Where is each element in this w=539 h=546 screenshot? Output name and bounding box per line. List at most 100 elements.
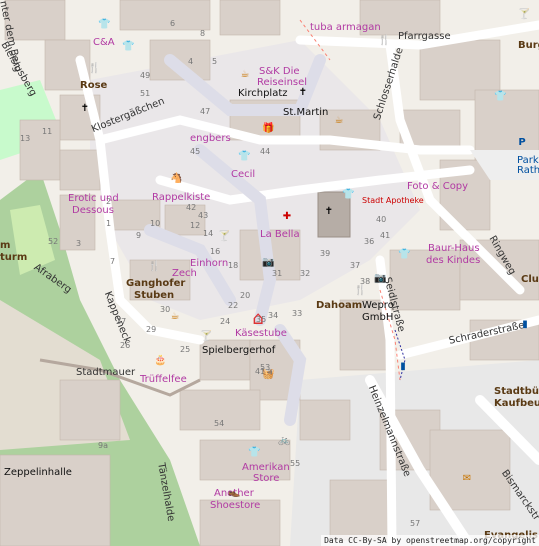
parking-icon: P bbox=[518, 137, 526, 148]
clothes-icon: 👕 bbox=[122, 41, 135, 52]
food-label-rose[interactable]: Rose bbox=[80, 80, 107, 91]
church-icon: ✝ bbox=[324, 206, 334, 217]
shop-label-engbers[interactable]: engbers bbox=[190, 133, 231, 144]
place-label-turm: turm bbox=[0, 252, 28, 263]
shop-label-cecil[interactable]: Cecil bbox=[231, 169, 255, 180]
house-number: 2 bbox=[106, 197, 112, 206]
house-number: 45 bbox=[190, 147, 201, 156]
clothes-icon: 👕 bbox=[238, 151, 251, 162]
shop-label-wepro-2[interactable]: GmbH bbox=[362, 312, 393, 323]
restaurant-icon: 🍴 bbox=[354, 285, 367, 296]
shop-label-c-and-a[interactable]: C&A bbox=[93, 37, 115, 48]
shop-label-baur-1[interactable]: Baur-Haus bbox=[428, 243, 480, 254]
house-number: 57 bbox=[410, 519, 421, 528]
house-number: 25 bbox=[180, 345, 191, 354]
cafe-icon: ☕ bbox=[170, 311, 180, 322]
house-number: 32 bbox=[300, 269, 311, 278]
house-number: 38 bbox=[360, 277, 371, 286]
place-label-spielbergerhof: Spielbergerhof bbox=[202, 345, 276, 356]
house-number: 37 bbox=[350, 261, 361, 270]
shop-label-stadt-apotheke[interactable]: Stadt Apotheke bbox=[362, 195, 424, 206]
shop-label-foto-copy[interactable]: Foto & Copy bbox=[407, 181, 468, 192]
restaurant-icon: 🍴 bbox=[148, 261, 161, 272]
house-number: 44 bbox=[260, 147, 271, 156]
food-label-ganghofer-1[interactable]: Ganghofer bbox=[126, 278, 185, 289]
house-number: 18 bbox=[228, 261, 239, 270]
shop-label-sk-1[interactable]: S&K Die bbox=[259, 66, 300, 77]
house-number: 11 bbox=[42, 127, 53, 136]
bus-stop-icon: ▮ bbox=[522, 319, 528, 330]
house-number: 4 bbox=[188, 57, 194, 66]
house-number: 36 bbox=[364, 237, 375, 246]
house-number: 14 bbox=[203, 229, 214, 238]
house-number: 41 bbox=[380, 231, 391, 240]
place-label-kaufbeuren: Kaufbeu bbox=[494, 398, 539, 409]
house-number: 47 bbox=[200, 107, 211, 116]
toy-icon: 🐴 bbox=[170, 173, 183, 184]
house-number: 16 bbox=[210, 247, 221, 256]
clothes-icon: 👕 bbox=[248, 447, 261, 458]
map-canvas[interactable]: nter dem Berg Bleisiusberg Klostergäßche… bbox=[0, 0, 539, 546]
food-label-dahoam[interactable]: Dahoam bbox=[316, 300, 362, 311]
street-label-pfarrgasse: Pfarrgasse bbox=[398, 31, 451, 42]
house-number: 52 bbox=[48, 237, 59, 246]
shop-label-another-2[interactable]: Shoestore bbox=[210, 500, 260, 511]
bicycle-icon: 🚲 bbox=[278, 435, 291, 446]
clothes-icon: 👕 bbox=[398, 249, 411, 260]
camera-icon: 📷 bbox=[374, 273, 387, 284]
clothes-icon: 👕 bbox=[494, 91, 507, 102]
house-number: 10 bbox=[150, 219, 161, 228]
clothes-icon: 👕 bbox=[342, 189, 355, 200]
place-label-rathaus: Rath bbox=[517, 165, 539, 176]
place-label-stadtbuecherei: Stadtbüch bbox=[494, 386, 539, 397]
house-number: 55 bbox=[290, 459, 301, 468]
shop-label-erotic-2[interactable]: Dessous bbox=[72, 205, 114, 216]
house-number: 51 bbox=[140, 89, 151, 98]
place-label-turm-m: m bbox=[0, 240, 11, 251]
house-number: 35 bbox=[256, 315, 267, 324]
shop-label-wepro-1[interactable]: Wepro bbox=[362, 300, 394, 311]
place-label-clu: Clu bbox=[521, 274, 539, 285]
house-number: 30 bbox=[160, 305, 171, 314]
shop-label-rappelkiste[interactable]: Rappelkiste bbox=[152, 192, 210, 203]
house-number: 31 bbox=[272, 269, 283, 278]
clothes-icon: 👕 bbox=[98, 19, 111, 30]
house-number: 12 bbox=[190, 221, 201, 230]
shop-label-amerikan-2[interactable]: Store bbox=[253, 473, 279, 484]
camera-icon: 📷 bbox=[262, 257, 275, 268]
shop-label-amerikan-1[interactable]: Amerikan bbox=[242, 462, 290, 473]
pharmacy-icon: ✚ bbox=[282, 211, 292, 222]
house-number: 20 bbox=[240, 291, 251, 300]
house-number: 54 bbox=[214, 419, 225, 428]
house-number: 8 bbox=[200, 29, 206, 38]
house-number: 39 bbox=[320, 249, 331, 258]
house-number: 43 bbox=[198, 211, 209, 220]
gift-icon: 🎁 bbox=[262, 123, 275, 134]
house-number: 1 bbox=[106, 219, 112, 228]
shop-label-baur-2[interactable]: des Kindes bbox=[426, 255, 480, 266]
church-icon: ✝ bbox=[298, 87, 308, 98]
house-number: 40 bbox=[376, 215, 387, 224]
shop-label-erotic-1[interactable]: Erotic und bbox=[68, 193, 119, 204]
shoe-icon: 👞 bbox=[228, 487, 241, 498]
bar-icon: 🍸 bbox=[518, 9, 531, 20]
shop-label-tuba-armagan[interactable]: tuba armagan bbox=[310, 22, 381, 33]
bar-icon: 🍸 bbox=[200, 331, 213, 342]
shop-label-la-bella[interactable]: La Bella bbox=[260, 229, 300, 240]
church-icon: ✝ bbox=[80, 103, 90, 114]
bar-icon: 🍸 bbox=[218, 231, 231, 242]
restaurant-icon: 🍴 bbox=[378, 35, 391, 46]
food-label-ganghofer-2[interactable]: Stuben bbox=[134, 290, 174, 301]
street-label-stadtmauer: Stadtmauer bbox=[76, 367, 136, 378]
house-number: 22 bbox=[228, 301, 239, 310]
place-label-st-martin: St.Martin bbox=[283, 107, 329, 118]
house-number: 5 bbox=[212, 57, 218, 66]
map-copyright: Data CC-By-SA by openstreetmap.org/copyr… bbox=[321, 535, 539, 546]
house-number: 34 bbox=[268, 311, 279, 320]
place-label-zeppelinhalle: Zeppelinhalle bbox=[4, 467, 72, 478]
shop-label-trueffelfee[interactable]: Trüffelfee bbox=[140, 374, 187, 385]
cafe-icon: ☕ bbox=[240, 69, 250, 80]
house-number: 9a bbox=[98, 441, 108, 450]
house-number: 49 bbox=[140, 71, 151, 80]
cafe-icon: ☕ bbox=[334, 115, 344, 126]
